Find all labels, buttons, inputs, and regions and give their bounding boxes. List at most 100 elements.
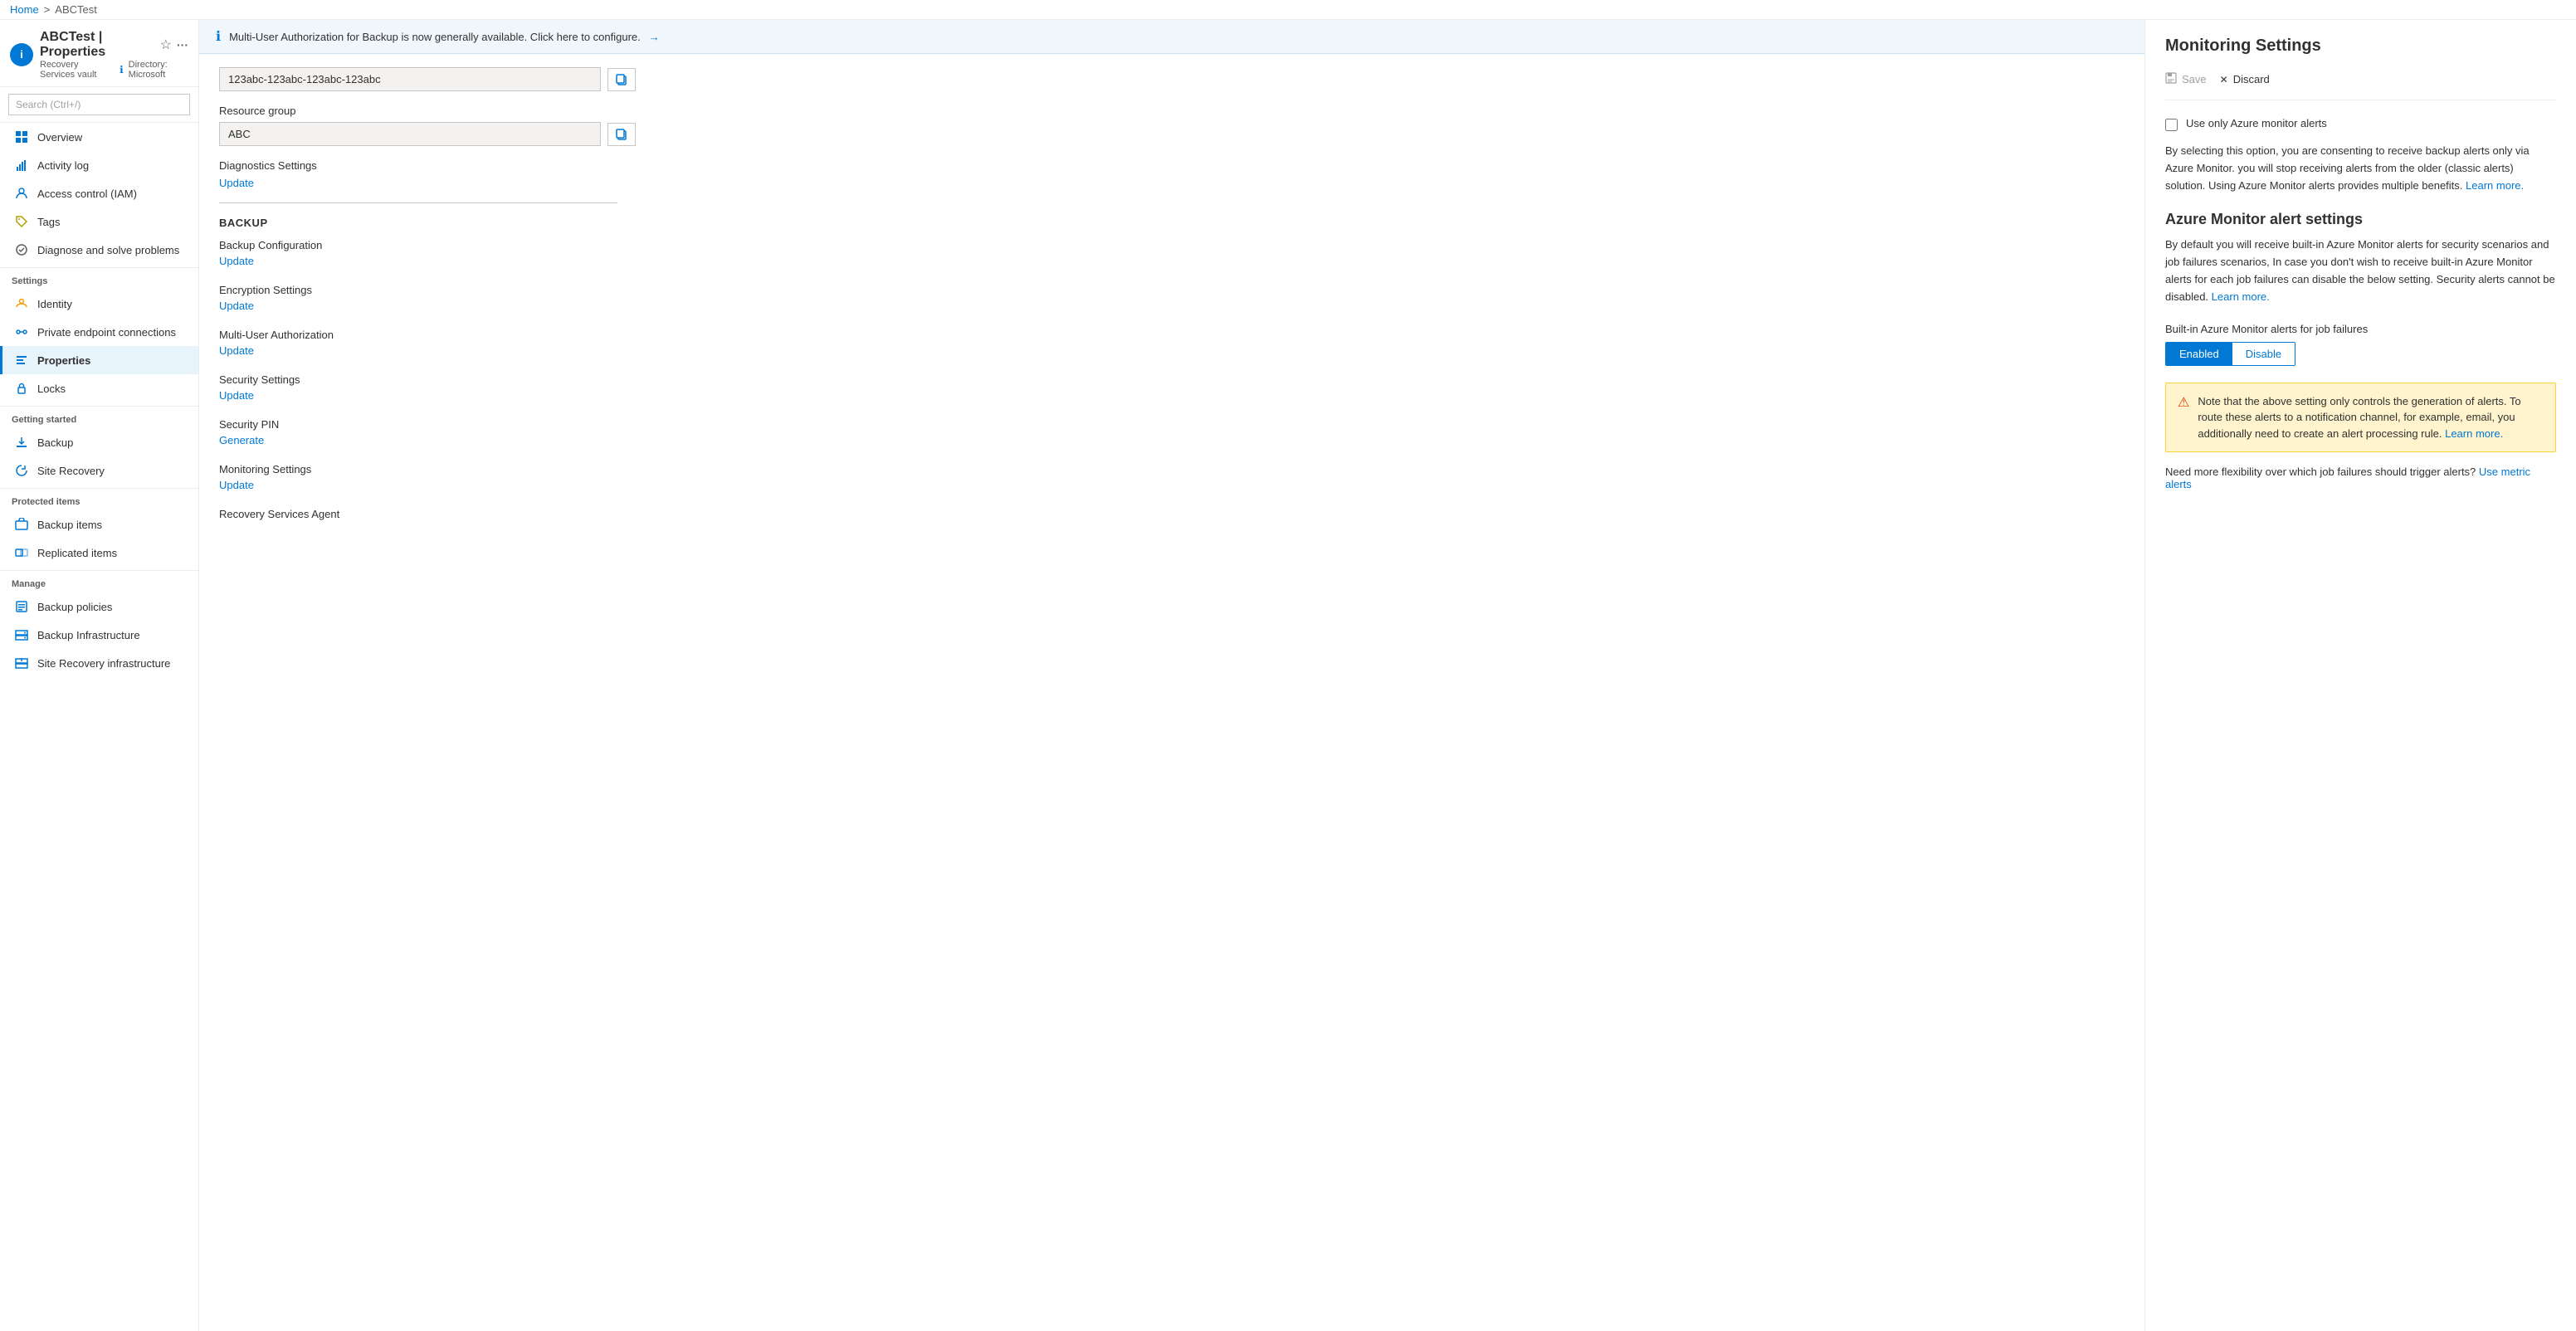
job-failures-toggle: Enabled Disable [2165, 342, 2295, 366]
sidebar-item-label: Backup policies [37, 601, 112, 613]
sidebar-item-label: Backup items [37, 519, 102, 531]
warning-box: ⚠ Note that the above setting only contr… [2165, 383, 2556, 453]
resource-id-field [219, 67, 2125, 91]
resource-id-input[interactable] [219, 67, 601, 91]
checkbox-description: By selecting this option, you are consen… [2165, 143, 2556, 194]
sidebar-item-locks[interactable]: Locks [0, 374, 198, 402]
sidebar-nav: Overview Activity log Access control (IA… [0, 123, 198, 1331]
backup-config-update-link[interactable]: Update [219, 255, 254, 267]
security-settings-update-link[interactable]: Update [219, 389, 254, 402]
breadcrumb-current: ABCTest [55, 3, 97, 16]
warning-icon: ⚠ [2178, 394, 2189, 411]
panel-title: Monitoring Settings [2165, 37, 2556, 56]
backup-section-title: BACKUP [219, 217, 2125, 229]
notification-bar[interactable]: ℹ Multi-User Authorization for Backup is… [199, 20, 2144, 54]
sidebar-item-label: Tags [37, 216, 60, 228]
sidebar-item-replicated-items[interactable]: Replicated items [0, 539, 198, 567]
locks-icon [14, 381, 29, 396]
svg-text:i: i [20, 48, 23, 61]
azure-monitor-description: By default you will receive built-in Azu… [2165, 236, 2556, 305]
vault-type-label: Recovery Services vault [40, 60, 115, 80]
directory-label: Directory: Microsoft [129, 60, 188, 80]
resource-group-input[interactable] [219, 122, 601, 146]
sidebar-item-tags[interactable]: Tags [0, 207, 198, 236]
azure-monitor-section-title: Azure Monitor alert settings [2165, 211, 2556, 228]
copy-resource-group-button[interactable] [607, 123, 636, 146]
sidebar-item-access-control[interactable]: Access control (IAM) [0, 179, 198, 207]
mua-label: Multi-User Authorization [219, 329, 2125, 341]
copy-resource-id-button[interactable] [607, 68, 636, 91]
activity-icon [14, 158, 29, 173]
properties-form: Resource group Diagnostics Settings Upda… [199, 54, 2144, 550]
notification-text: Multi-User Authorization for Backup is n… [229, 31, 641, 43]
save-label: Save [2182, 73, 2207, 85]
use-azure-monitor-checkbox[interactable] [2165, 119, 2178, 131]
infrastructure-icon [14, 627, 29, 642]
overview-icon [14, 129, 29, 144]
sidebar-item-label: Identity [37, 298, 72, 310]
encryption-section: Encryption Settings Update [219, 284, 2125, 312]
info-icon[interactable]: ℹ [120, 64, 124, 76]
page-title: ABCTest | Properties [40, 30, 155, 60]
azure-monitor-alert-section: Azure Monitor alert settings By default … [2165, 211, 2556, 305]
agent-section: Recovery Services Agent [219, 508, 2125, 520]
learn-more-2-link[interactable]: Learn more. [2212, 290, 2270, 303]
sidebar-item-private-endpoints[interactable]: Private endpoint connections [0, 318, 198, 346]
sidebar-item-label: Backup Infrastructure [37, 629, 140, 641]
learn-more-1-link[interactable]: Learn more. [2466, 179, 2524, 192]
mua-update-link[interactable]: Update [219, 344, 254, 357]
manage-section-label: Manage [0, 570, 198, 592]
sidebar-item-backup[interactable]: Backup [0, 428, 198, 456]
resource-group-label: Resource group [219, 105, 2125, 117]
notification-info-icon: ℹ [216, 28, 221, 45]
protected-section-label: Protected items [0, 488, 198, 510]
discard-label: Discard [2233, 73, 2270, 85]
sidebar-item-properties[interactable]: Properties [0, 346, 198, 374]
sidebar-item-label: Site Recovery [37, 465, 105, 477]
sr-infra-icon [14, 656, 29, 670]
breadcrumb-home[interactable]: Home [10, 3, 39, 16]
main-content: ℹ Multi-User Authorization for Backup is… [199, 20, 2576, 1331]
security-pin-section: Security PIN Generate [219, 418, 2125, 446]
encryption-label: Encryption Settings [219, 284, 2125, 296]
save-button[interactable]: Save [2165, 69, 2207, 90]
diagnostics-update-link[interactable]: Update [219, 177, 254, 189]
breadcrumb-separator: > [44, 3, 51, 16]
learn-more-3-link[interactable]: Learn more. [2445, 427, 2503, 440]
sidebar-item-label: Site Recovery infrastructure [37, 657, 170, 670]
sidebar-item-backup-policies[interactable]: Backup policies [0, 592, 198, 621]
sidebar-item-site-recovery[interactable]: Site Recovery [0, 456, 198, 485]
search-input[interactable] [8, 94, 190, 115]
discard-button[interactable]: ✕ Discard [2220, 70, 2270, 89]
sidebar-item-diagnose[interactable]: Diagnose and solve problems [0, 236, 198, 264]
sidebar-item-identity[interactable]: Identity [0, 290, 198, 318]
endpoints-icon [14, 324, 29, 339]
sidebar-item-label: Locks [37, 383, 66, 395]
mua-section: Multi-User Authorization Update [219, 329, 2125, 357]
checkbox-label: Use only Azure monitor alerts [2186, 117, 2327, 129]
metric-alerts-row: Need more flexibility over which job fai… [2165, 466, 2556, 490]
sidebar-item-label: Replicated items [37, 547, 117, 559]
azure-monitor-checkbox-section: Use only Azure monitor alerts By selecti… [2165, 117, 2556, 194]
security-pin-generate-link[interactable]: Generate [219, 434, 264, 446]
disable-toggle-button[interactable]: Disable [2232, 343, 2295, 365]
sidebar-item-site-recovery-infra[interactable]: Site Recovery infrastructure [0, 649, 198, 677]
backup-config-section: Backup Configuration Update [219, 239, 2125, 267]
security-settings-label: Security Settings [219, 373, 2125, 386]
sidebar-item-label: Properties [37, 354, 90, 367]
sidebar-item-overview[interactable]: Overview [0, 123, 198, 151]
monitoring-update-link[interactable]: Update [219, 479, 254, 491]
favorite-icon[interactable]: ☆ [160, 37, 172, 53]
sidebar-item-backup-infrastructure[interactable]: Backup Infrastructure [0, 621, 198, 649]
identity-icon [14, 296, 29, 311]
monitoring-section: Monitoring Settings Update [219, 463, 2125, 491]
vault-icon: i [10, 43, 33, 66]
enabled-toggle-button[interactable]: Enabled [2166, 343, 2232, 365]
more-options-icon[interactable]: ··· [177, 38, 188, 51]
sidebar-item-activity-log[interactable]: Activity log [0, 151, 198, 179]
right-panel: Monitoring Settings Save ✕ Discard Use o… [2144, 20, 2576, 1331]
diagnose-icon [14, 242, 29, 257]
sidebar-item-backup-items[interactable]: Backup items [0, 510, 198, 539]
encryption-update-link[interactable]: Update [219, 300, 254, 312]
save-icon [2165, 72, 2177, 86]
